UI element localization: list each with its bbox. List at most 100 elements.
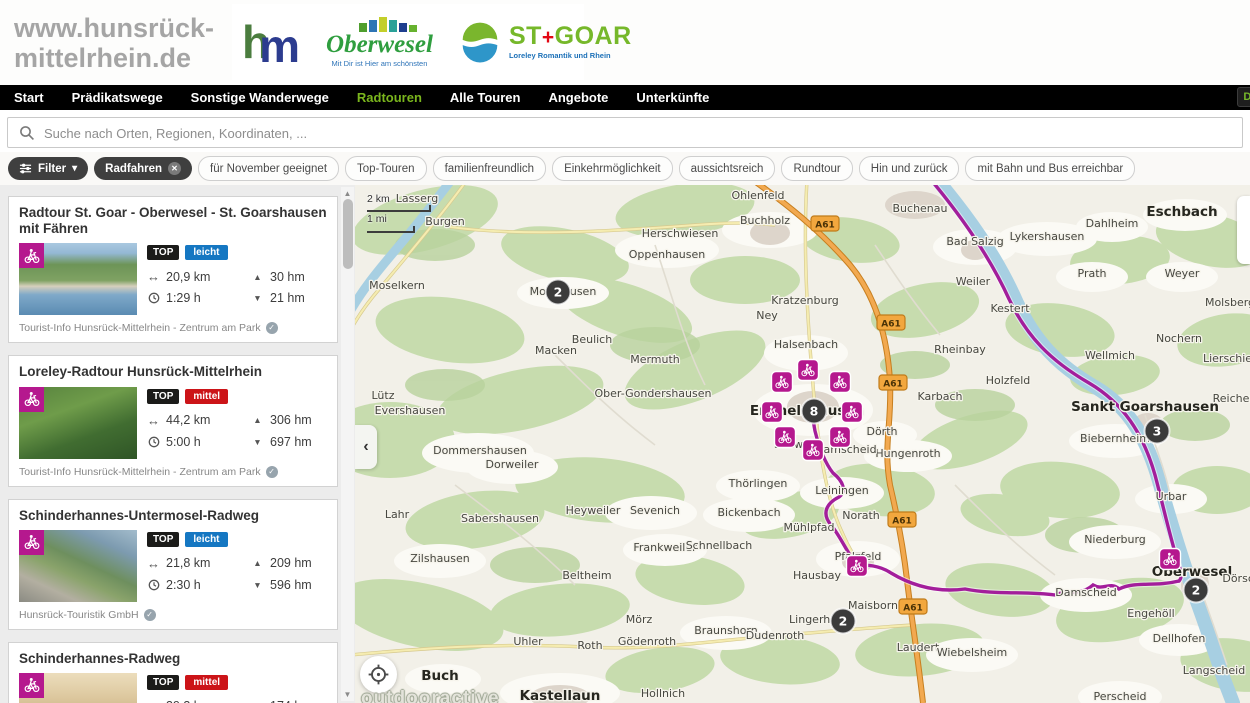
tour-title[interactable]: Radtour St. Goar - Oberwesel - St. Goars… xyxy=(19,205,327,237)
filter-chip-aussichtsreich[interactable]: aussichtsreich xyxy=(679,156,776,181)
map-place-label: Perscheid xyxy=(1093,690,1146,703)
scroll-up-icon[interactable]: ▲ xyxy=(341,189,354,198)
map-place-label: Wiebelsheim xyxy=(937,646,1008,659)
st-goar-wordmark: ST+GOAR xyxy=(509,24,632,49)
tour-title[interactable]: Loreley-Radtour Hunsrück-Mittelrhein xyxy=(19,364,327,380)
tour-card[interactable]: Schinderhannes-Untermosel-Radweg TOP lei… xyxy=(8,499,338,630)
cluster-marker[interactable]: 2 xyxy=(546,280,571,305)
scrollbar-thumb[interactable] xyxy=(343,199,353,269)
filter-chip-hin-und-zurueck[interactable]: Hin und zurück xyxy=(859,156,960,181)
map-place-label: Ober-Gondershausen xyxy=(595,387,712,400)
bike-tour-marker[interactable] xyxy=(830,372,851,393)
tour-card[interactable]: Schinderhannes-Radweg TOP mittel ↔39,3 k… xyxy=(8,642,338,703)
bike-tour-marker[interactable] xyxy=(772,372,793,393)
bike-tour-marker[interactable] xyxy=(762,402,783,423)
nav-item-sonstige-wanderwege[interactable]: Sonstige Wanderwege xyxy=(177,85,343,110)
ascent-value: 209 hm xyxy=(270,556,312,570)
map-place-label: Sevenich xyxy=(630,504,680,517)
nav-item-angebote[interactable]: Angebote xyxy=(534,85,622,110)
tour-card[interactable]: Radtour St. Goar - Oberwesel - St. Goars… xyxy=(8,196,338,343)
tour-card[interactable]: Loreley-Radtour Hunsrück-Mittelrhein TOP… xyxy=(8,355,338,486)
descent-value: 697 hm xyxy=(270,435,312,449)
map-place-label: Lütz xyxy=(372,389,395,402)
map-place-label: Evershausen xyxy=(375,404,446,417)
map-place-label: Molsberg xyxy=(1205,296,1250,309)
oberwesel-logo[interactable]: Oberwesel Mit Dir ist Hier am schönsten xyxy=(326,17,433,68)
tour-thumbnail[interactable] xyxy=(19,530,137,602)
cluster-marker[interactable]: 2 xyxy=(1184,578,1209,603)
tour-source: Tourist-Info Hunsrück-Mittelrhein - Zent… xyxy=(19,466,327,478)
language-switcher[interactable]: DE xyxy=(1237,87,1250,108)
cluster-marker[interactable]: 3 xyxy=(1145,419,1170,444)
map-place-label: Herschwiesen xyxy=(642,227,719,240)
cluster-marker[interactable]: 8 xyxy=(802,399,827,424)
motorway-badge: A61 xyxy=(877,315,905,330)
tour-title[interactable]: Schinderhannes-Untermosel-Radweg xyxy=(19,508,327,524)
bike-tour-marker[interactable] xyxy=(830,427,851,448)
map-place-label: Prath xyxy=(1078,267,1107,280)
bike-tour-marker[interactable] xyxy=(842,402,863,423)
bike-tour-marker[interactable] xyxy=(803,440,824,461)
filter-button[interactable]: Filter ▾ xyxy=(8,157,88,180)
duration-value: 1:29 h xyxy=(166,291,201,305)
nav-item-start[interactable]: Start xyxy=(0,85,58,110)
filter-chip-november[interactable]: für November geeignet xyxy=(198,156,339,181)
duration-value: 2:30 h xyxy=(166,578,201,592)
svg-text:A61: A61 xyxy=(903,604,923,614)
bike-tour-marker[interactable] xyxy=(847,556,868,577)
map-place-label: Buch xyxy=(421,668,459,684)
filter-chip-rundtour[interactable]: Rundtour xyxy=(781,156,852,181)
scale-km-label: 2 km xyxy=(367,193,431,205)
map-place-label: Hausbay xyxy=(793,569,841,582)
st-goar-logo[interactable]: ST+GOAR Loreley Romantik und Rhein xyxy=(459,21,632,63)
scale-mi-label: 1 mi xyxy=(367,213,431,225)
map-place-label: Damscheid xyxy=(1055,586,1116,599)
map-container[interactable]: LassergBurgenMoselkernMorshausenOhlenfel… xyxy=(355,185,1250,703)
panel-scrollbar[interactable]: ▲ ▼ xyxy=(341,187,354,701)
map-place-label: Schnellbach xyxy=(686,539,753,552)
descent-value: 596 hm xyxy=(270,578,312,592)
map-place-label: Hollnich xyxy=(641,687,685,700)
panel-collapse-button[interactable]: ‹ xyxy=(355,425,377,469)
bike-tour-marker[interactable] xyxy=(775,427,796,448)
map-place-label: Urbar xyxy=(1156,490,1187,503)
map-place-label: Laudert xyxy=(897,641,940,654)
remove-filter-icon[interactable]: ✕ xyxy=(168,162,181,175)
nav-item-unterkuenfte[interactable]: Unterkünfte xyxy=(622,85,723,110)
map-place-label: Burgen xyxy=(425,215,465,228)
filter-chip-bahn-bus[interactable]: mit Bahn und Bus erreichbar xyxy=(965,156,1135,181)
hunsrueck-mittelrhein-logo[interactable]: hm xyxy=(242,19,300,65)
tour-stats: ↔21,8 km ▲209 hm 2:30 h ▼596 hm xyxy=(147,556,327,592)
svg-text:A61: A61 xyxy=(892,517,912,527)
map-place-label: Gödenroth xyxy=(618,635,676,648)
filter-chip-top-touren[interactable]: Top-Touren xyxy=(345,156,427,181)
filter-chip-einkehrmoeglichkeit[interactable]: Einkehrmöglichkeit xyxy=(552,156,673,181)
search-input[interactable] xyxy=(42,118,1234,149)
map-place-label: Dellhofen xyxy=(1153,632,1206,645)
scroll-down-icon[interactable]: ▼ xyxy=(341,690,354,699)
ascent-icon: ▲ xyxy=(251,272,264,282)
nav-item-praedikatswege[interactable]: Prädikatswege xyxy=(58,85,177,110)
map-canvas[interactable]: LassergBurgenMoselkernMorshausenOhlenfel… xyxy=(355,185,1250,703)
svg-text:A61: A61 xyxy=(883,380,903,390)
map-zoom-control[interactable] xyxy=(1237,196,1250,264)
bike-tour-marker[interactable] xyxy=(1160,549,1181,570)
active-filter-chip-radfahren[interactable]: Radfahren ✕ xyxy=(94,157,192,180)
nav-item-radtouren[interactable]: Radtouren xyxy=(343,85,436,110)
map-place-label: Holzfeld xyxy=(986,374,1031,387)
nav-item-alle-touren[interactable]: Alle Touren xyxy=(436,85,535,110)
tour-thumbnail[interactable] xyxy=(19,387,137,459)
svg-text:A61: A61 xyxy=(881,320,901,330)
duration-icon xyxy=(147,579,160,591)
map-place-label: Heyweiler xyxy=(566,504,621,517)
bike-tour-marker[interactable] xyxy=(798,360,819,381)
tour-title[interactable]: Schinderhannes-Radweg xyxy=(19,651,327,667)
cluster-marker[interactable]: 2 xyxy=(831,609,856,634)
tour-thumbnail[interactable] xyxy=(19,243,137,315)
tour-thumbnail[interactable] xyxy=(19,673,137,703)
verified-icon: ✓ xyxy=(266,466,278,478)
map-place-label: Norath xyxy=(842,509,880,522)
filter-chip-familienfreundlich[interactable]: familienfreundlich xyxy=(433,156,547,181)
distance-value: 20,9 km xyxy=(166,270,210,284)
ascent-icon: ▲ xyxy=(251,558,264,568)
